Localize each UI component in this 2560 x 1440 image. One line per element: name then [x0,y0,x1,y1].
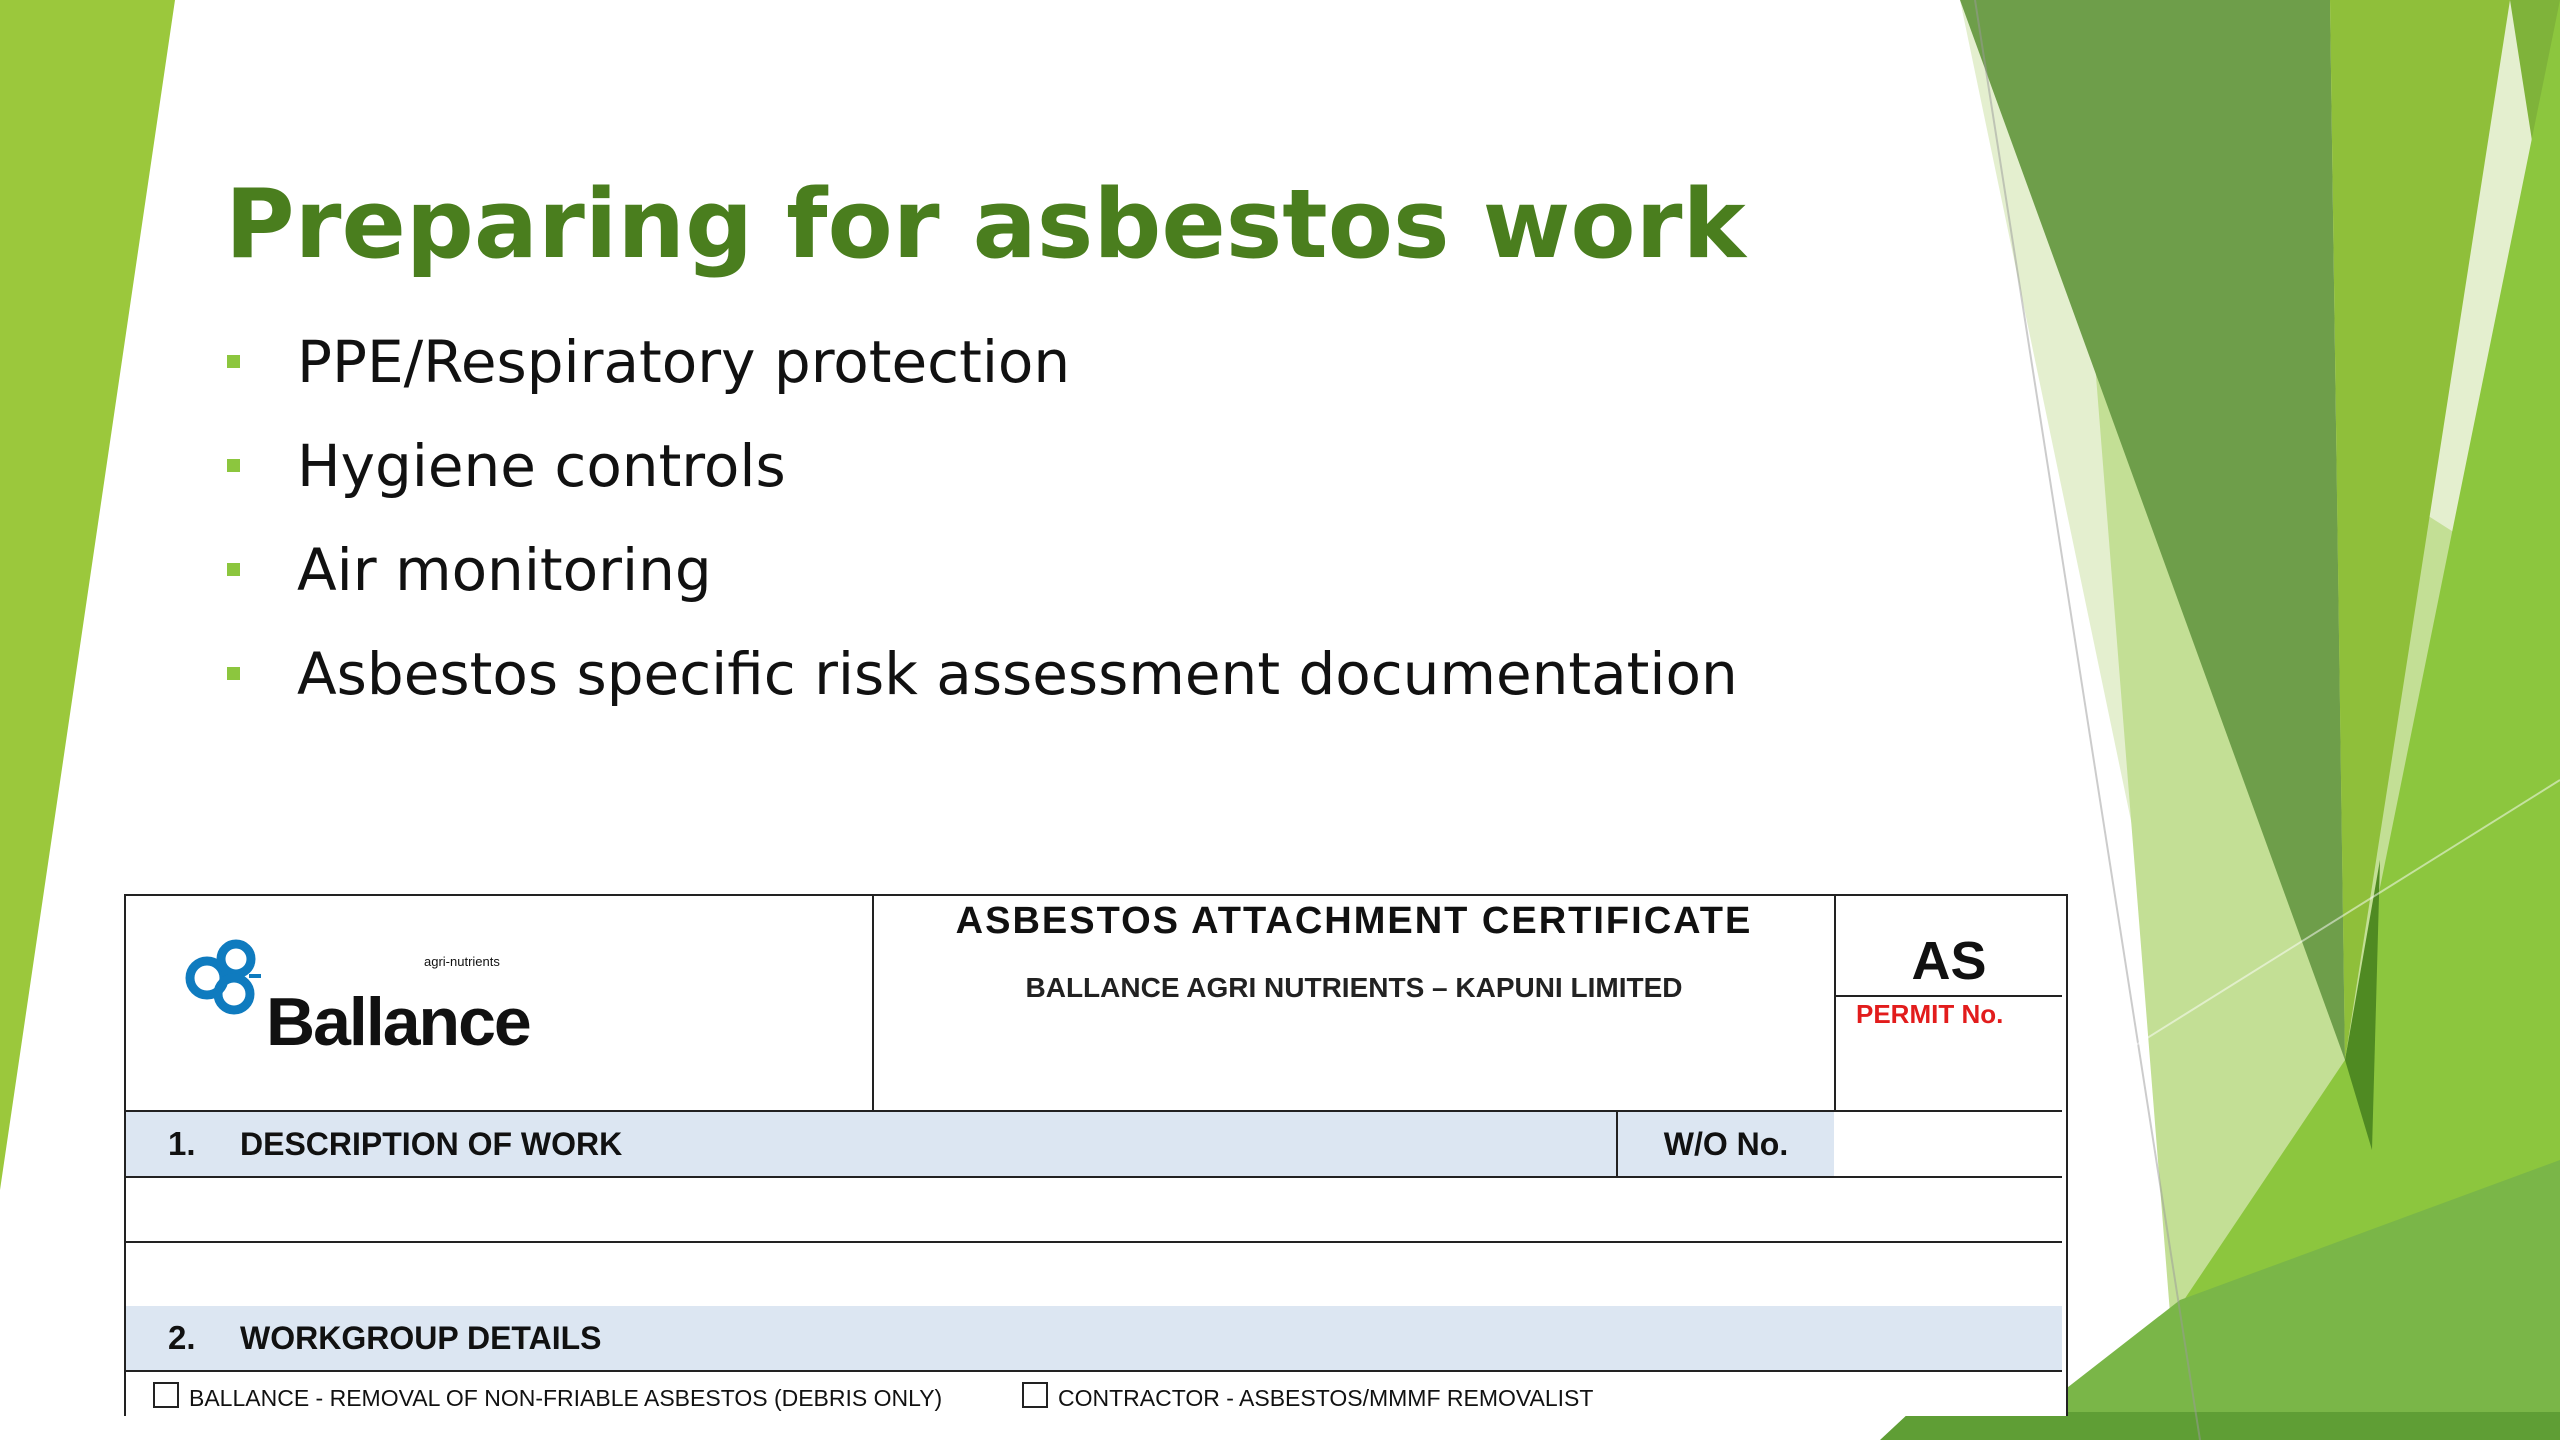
bottom-green-strip [1880,1412,2560,1440]
section-label: WORKGROUP DETAILS [240,1320,602,1356]
certificate-title-cell: ASBESTOS ATTACHMENT CERTIFICATE BALLANCE… [874,896,1836,1110]
bullet-square-icon [227,459,240,472]
option-contractor-removalist: CONTRACTOR - ASBESTOS/MMMF REMOVALIST [1022,1382,1593,1412]
bullet-square-icon [227,563,240,576]
section-workgroup-details: 2. WORKGROUP DETAILS [126,1306,2062,1372]
bullet-text: Asbestos specific risk assessment docume… [297,640,1738,708]
description-line-field[interactable] [126,1178,2062,1243]
bullet-text: Hygiene controls [297,432,786,500]
form-header: agri-nutrients Ballance ASBESTOS ATTACHM… [126,896,2062,1112]
wo-number-field[interactable] [1834,1112,2062,1176]
option-ballance-removal: BALLANCE - REMOVAL OF NON-FRIABLE ASBEST… [153,1382,942,1412]
bullet-item: Asbestos specific risk assessment docume… [225,622,1738,726]
bullet-item: Air monitoring [225,518,1738,622]
logo-subtitle: agri-nutrients [424,954,500,969]
workgroup-options: BALLANCE - REMOVAL OF NON-FRIABLE ASBEST… [126,1372,2062,1416]
section-description-of-work: 1. DESCRIPTION OF WORK W/O No. [126,1112,2062,1178]
bullet-list: PPE/Respiratory protection Hygiene contr… [225,310,1738,726]
permit-code: AS [1836,896,2062,997]
certificate-title: ASBESTOS ATTACHMENT CERTIFICATE [955,900,1753,942]
section-label: DESCRIPTION OF WORK [240,1126,623,1162]
asbestos-certificate-form: agri-nutrients Ballance ASBESTOS ATTACHM… [124,894,2068,1416]
option-label: CONTRACTOR - ASBESTOS/MMMF REMOVALIST [1058,1385,1594,1411]
bullet-item: Hygiene controls [225,414,1738,518]
ballance-removal-checkbox[interactable] [153,1382,179,1408]
description-line-field[interactable] [126,1243,2062,1308]
bullet-item: PPE/Respiratory protection [225,310,1738,414]
bullet-square-icon [227,355,240,368]
permit-number-label: PERMIT No. [1856,999,2004,1029]
slide: Preparing for asbestos work PPE/Respirat… [0,0,2560,1440]
contractor-removalist-checkbox[interactable] [1022,1382,1048,1408]
bullet-square-icon [227,667,240,680]
slide-title: Preparing for asbestos work [225,170,1746,280]
option-label: BALLANCE - REMOVAL OF NON-FRIABLE ASBEST… [189,1385,943,1411]
section-number: 2. [168,1319,196,1356]
bullet-text: Air monitoring [297,536,712,604]
bullet-text: PPE/Respiratory protection [297,328,1071,396]
company-name: BALLANCE AGRI NUTRIENTS – KAPUNI LIMITED [1025,972,1683,1003]
wo-number-label: W/O No. [1616,1112,1836,1176]
permit-cell: AS PERMIT No. [1836,896,2062,1110]
logo-wordmark: Ballance [266,984,532,1060]
logo-cell: agri-nutrients Ballance [126,896,874,1110]
section-number: 1. [168,1125,196,1162]
